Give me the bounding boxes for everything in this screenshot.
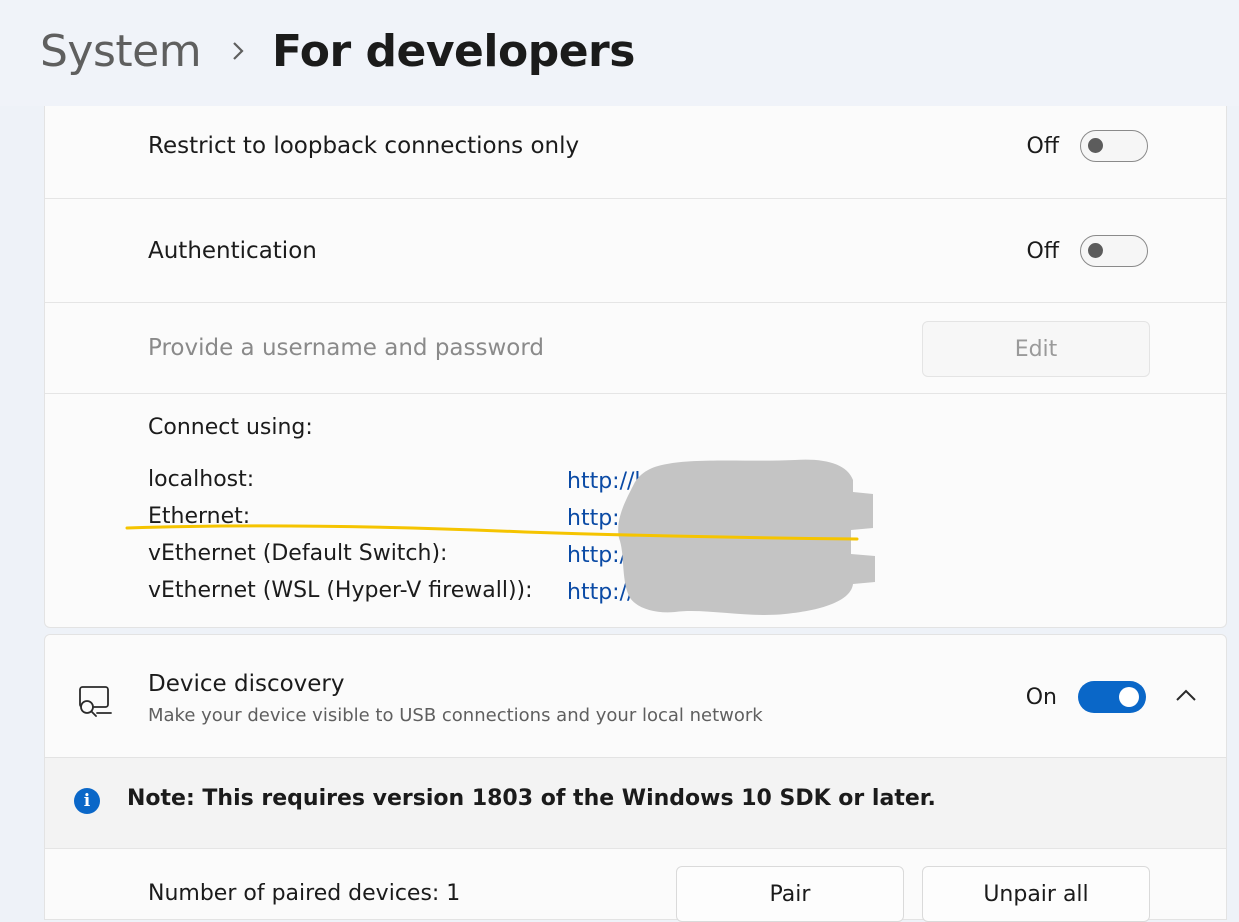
page-title: For developers [272, 26, 635, 77]
edit-credentials-button[interactable]: Edit [922, 321, 1150, 377]
divider [45, 198, 1226, 199]
divider [45, 393, 1226, 394]
toggle-knob [1088, 138, 1103, 153]
device-discovery-icon [79, 686, 112, 717]
paired-devices-label: Number of paired devices: 1 [148, 881, 461, 906]
breadcrumb-parent[interactable]: System [40, 26, 202, 77]
divider [45, 302, 1226, 303]
chevron-up-icon[interactable] [1173, 687, 1199, 703]
pairing-row: Number of paired devices: 1 Pair Unpair … [44, 848, 1227, 922]
device-discovery-toggle[interactable] [1078, 681, 1146, 713]
note-text: Note: This requires version 1803 of the … [127, 786, 936, 811]
credentials-label: Provide a username and password [148, 335, 545, 361]
authentication-state: Off [1026, 239, 1059, 264]
chevron-right-icon [233, 42, 244, 60]
loopback-label: Restrict to loopback connections only [148, 133, 580, 159]
device-discovery-title: Device discovery [148, 671, 345, 697]
header: System For developers [0, 0, 1239, 106]
pair-button[interactable]: Pair [676, 866, 904, 922]
authentication-toggle[interactable] [1080, 235, 1148, 267]
loopback-state: Off [1026, 134, 1059, 159]
toggle-knob [1119, 687, 1139, 707]
toggle-knob [1088, 243, 1103, 258]
unpair-all-button[interactable]: Unpair all [922, 866, 1150, 922]
device-discovery-subtitle: Make your device visible to USB connecti… [148, 705, 763, 726]
sdk-note: i Note: This requires version 1803 of th… [44, 758, 1227, 848]
authentication-label: Authentication [148, 238, 317, 264]
loopback-toggle[interactable] [1080, 130, 1148, 162]
connection-name-localhost: localhost: [148, 467, 255, 492]
connect-heading: Connect using: [148, 415, 313, 440]
connection-name-default-switch: vEthernet (Default Switch): [148, 541, 448, 566]
info-icon: i [74, 788, 100, 814]
connection-name-wsl: vEthernet (WSL (Hyper-V firewall)): [148, 578, 533, 603]
device-discovery-card[interactable]: Device discovery Make your device visibl… [44, 634, 1227, 758]
device-portal-card: Restrict to loopback connections only Of… [44, 106, 1227, 628]
device-discovery-state: On [1025, 685, 1057, 710]
highlight-underline [125, 524, 859, 541]
